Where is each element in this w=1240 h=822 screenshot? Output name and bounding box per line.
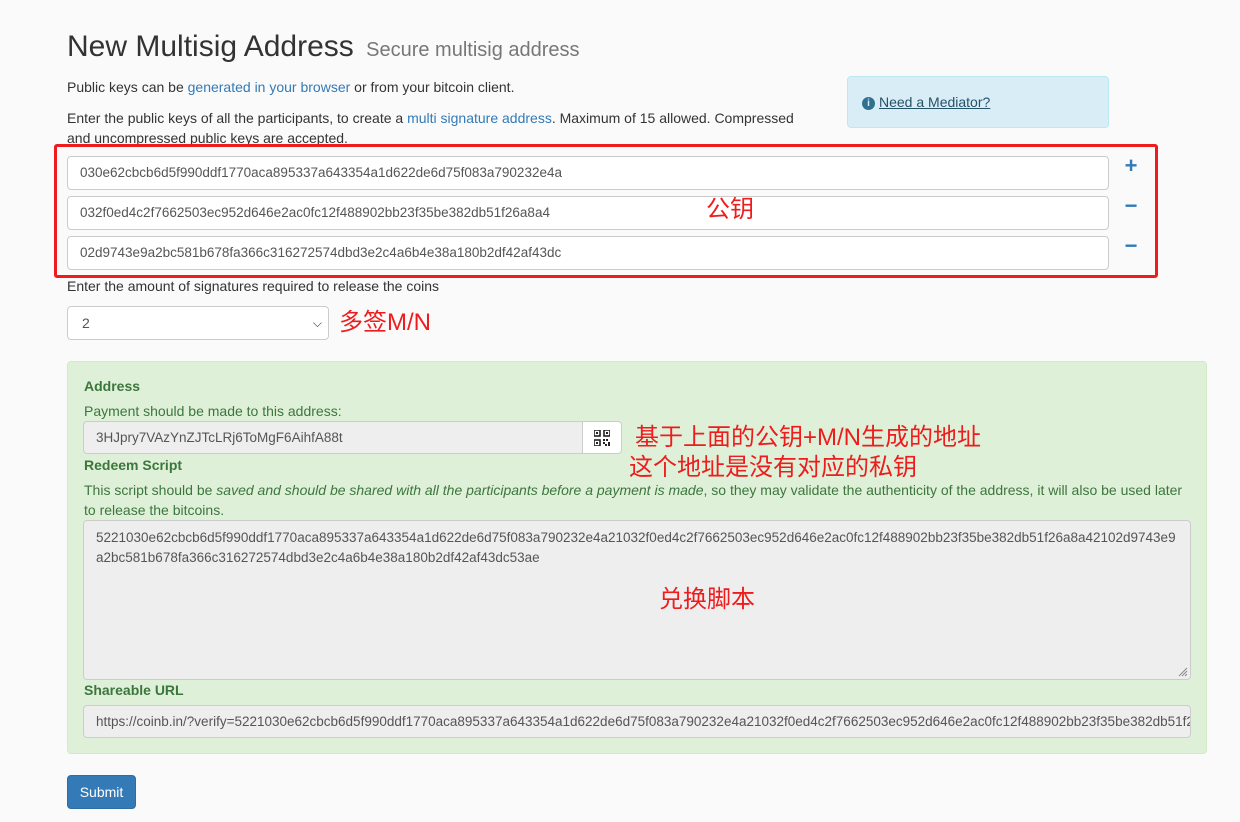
resize-grip-icon[interactable]: [1178, 667, 1188, 677]
address-label: Address: [84, 378, 141, 394]
multisig-info-link[interactable]: multi signature address: [407, 110, 552, 126]
signatures-select[interactable]: 2 ⌵: [67, 306, 329, 340]
address-help: Payment should be made to this address:: [84, 403, 342, 419]
chevron-down-icon: ⌵: [312, 316, 322, 330]
page-title: New Multisig Address Secure multisig add…: [67, 30, 580, 64]
submit-button[interactable]: Submit: [67, 775, 136, 809]
annotation-public-key: 公钥: [706, 196, 754, 223]
page-subtitle: Secure multisig address: [366, 39, 580, 61]
signatures-selected-value: 2: [82, 315, 90, 331]
public-keys-highlight-box: [54, 144, 1158, 278]
address-output[interactable]: 3HJpry7VAzYnZJTcLRj6ToMgF6AihfA88t: [83, 421, 583, 454]
generate-keys-link[interactable]: generated in your browser: [188, 79, 351, 95]
intro-text-2: or from your bitcoin client.: [350, 79, 515, 95]
redeem-help-1: This script should be: [84, 482, 217, 498]
redeem-script-textarea[interactable]: 5221030e62cbcb6d5f990ddf1770aca895337a64…: [83, 520, 1191, 680]
need-mediator-link[interactable]: Need a Mediator?: [879, 94, 990, 110]
mediator-alert: i Need a Mediator?: [847, 76, 1109, 128]
redeem-script-label: Redeem Script: [84, 457, 183, 473]
info-circle-icon: i: [862, 97, 875, 110]
page-title-text: New Multisig Address: [67, 30, 354, 63]
shareable-url-output[interactable]: https://coinb.in/?verify=5221030e62cbcb6…: [83, 705, 1191, 738]
instructions-text-1: Enter the public keys of all the partici…: [67, 110, 408, 126]
shareable-url-label: Shareable URL: [84, 682, 184, 698]
intro-text: Public keys can be generated in your bro…: [67, 78, 807, 96]
intro-text-1: Public keys can be: [67, 79, 188, 95]
redeem-script-value: 5221030e62cbcb6d5f990ddf1770aca895337a64…: [96, 530, 1176, 565]
signatures-label: Enter the amount of signatures required …: [67, 278, 439, 294]
redeem-script-help: This script should be saved and should b…: [84, 480, 1184, 520]
annotation-address-2: 这个地址是没有对应的私钥: [629, 454, 917, 481]
redeem-help-emphasis: saved and should be shared with all the …: [216, 482, 704, 498]
instructions-text: Enter the public keys of all the partici…: [67, 108, 812, 148]
qr-code-button[interactable]: [582, 421, 622, 454]
annotation-multisig: 多签M/N: [339, 309, 431, 336]
annotation-address-1: 基于上面的公钥+M/N生成的地址: [635, 424, 982, 451]
qrcode-icon: [594, 430, 610, 446]
annotation-redeem-script: 兑换脚本: [659, 586, 755, 613]
